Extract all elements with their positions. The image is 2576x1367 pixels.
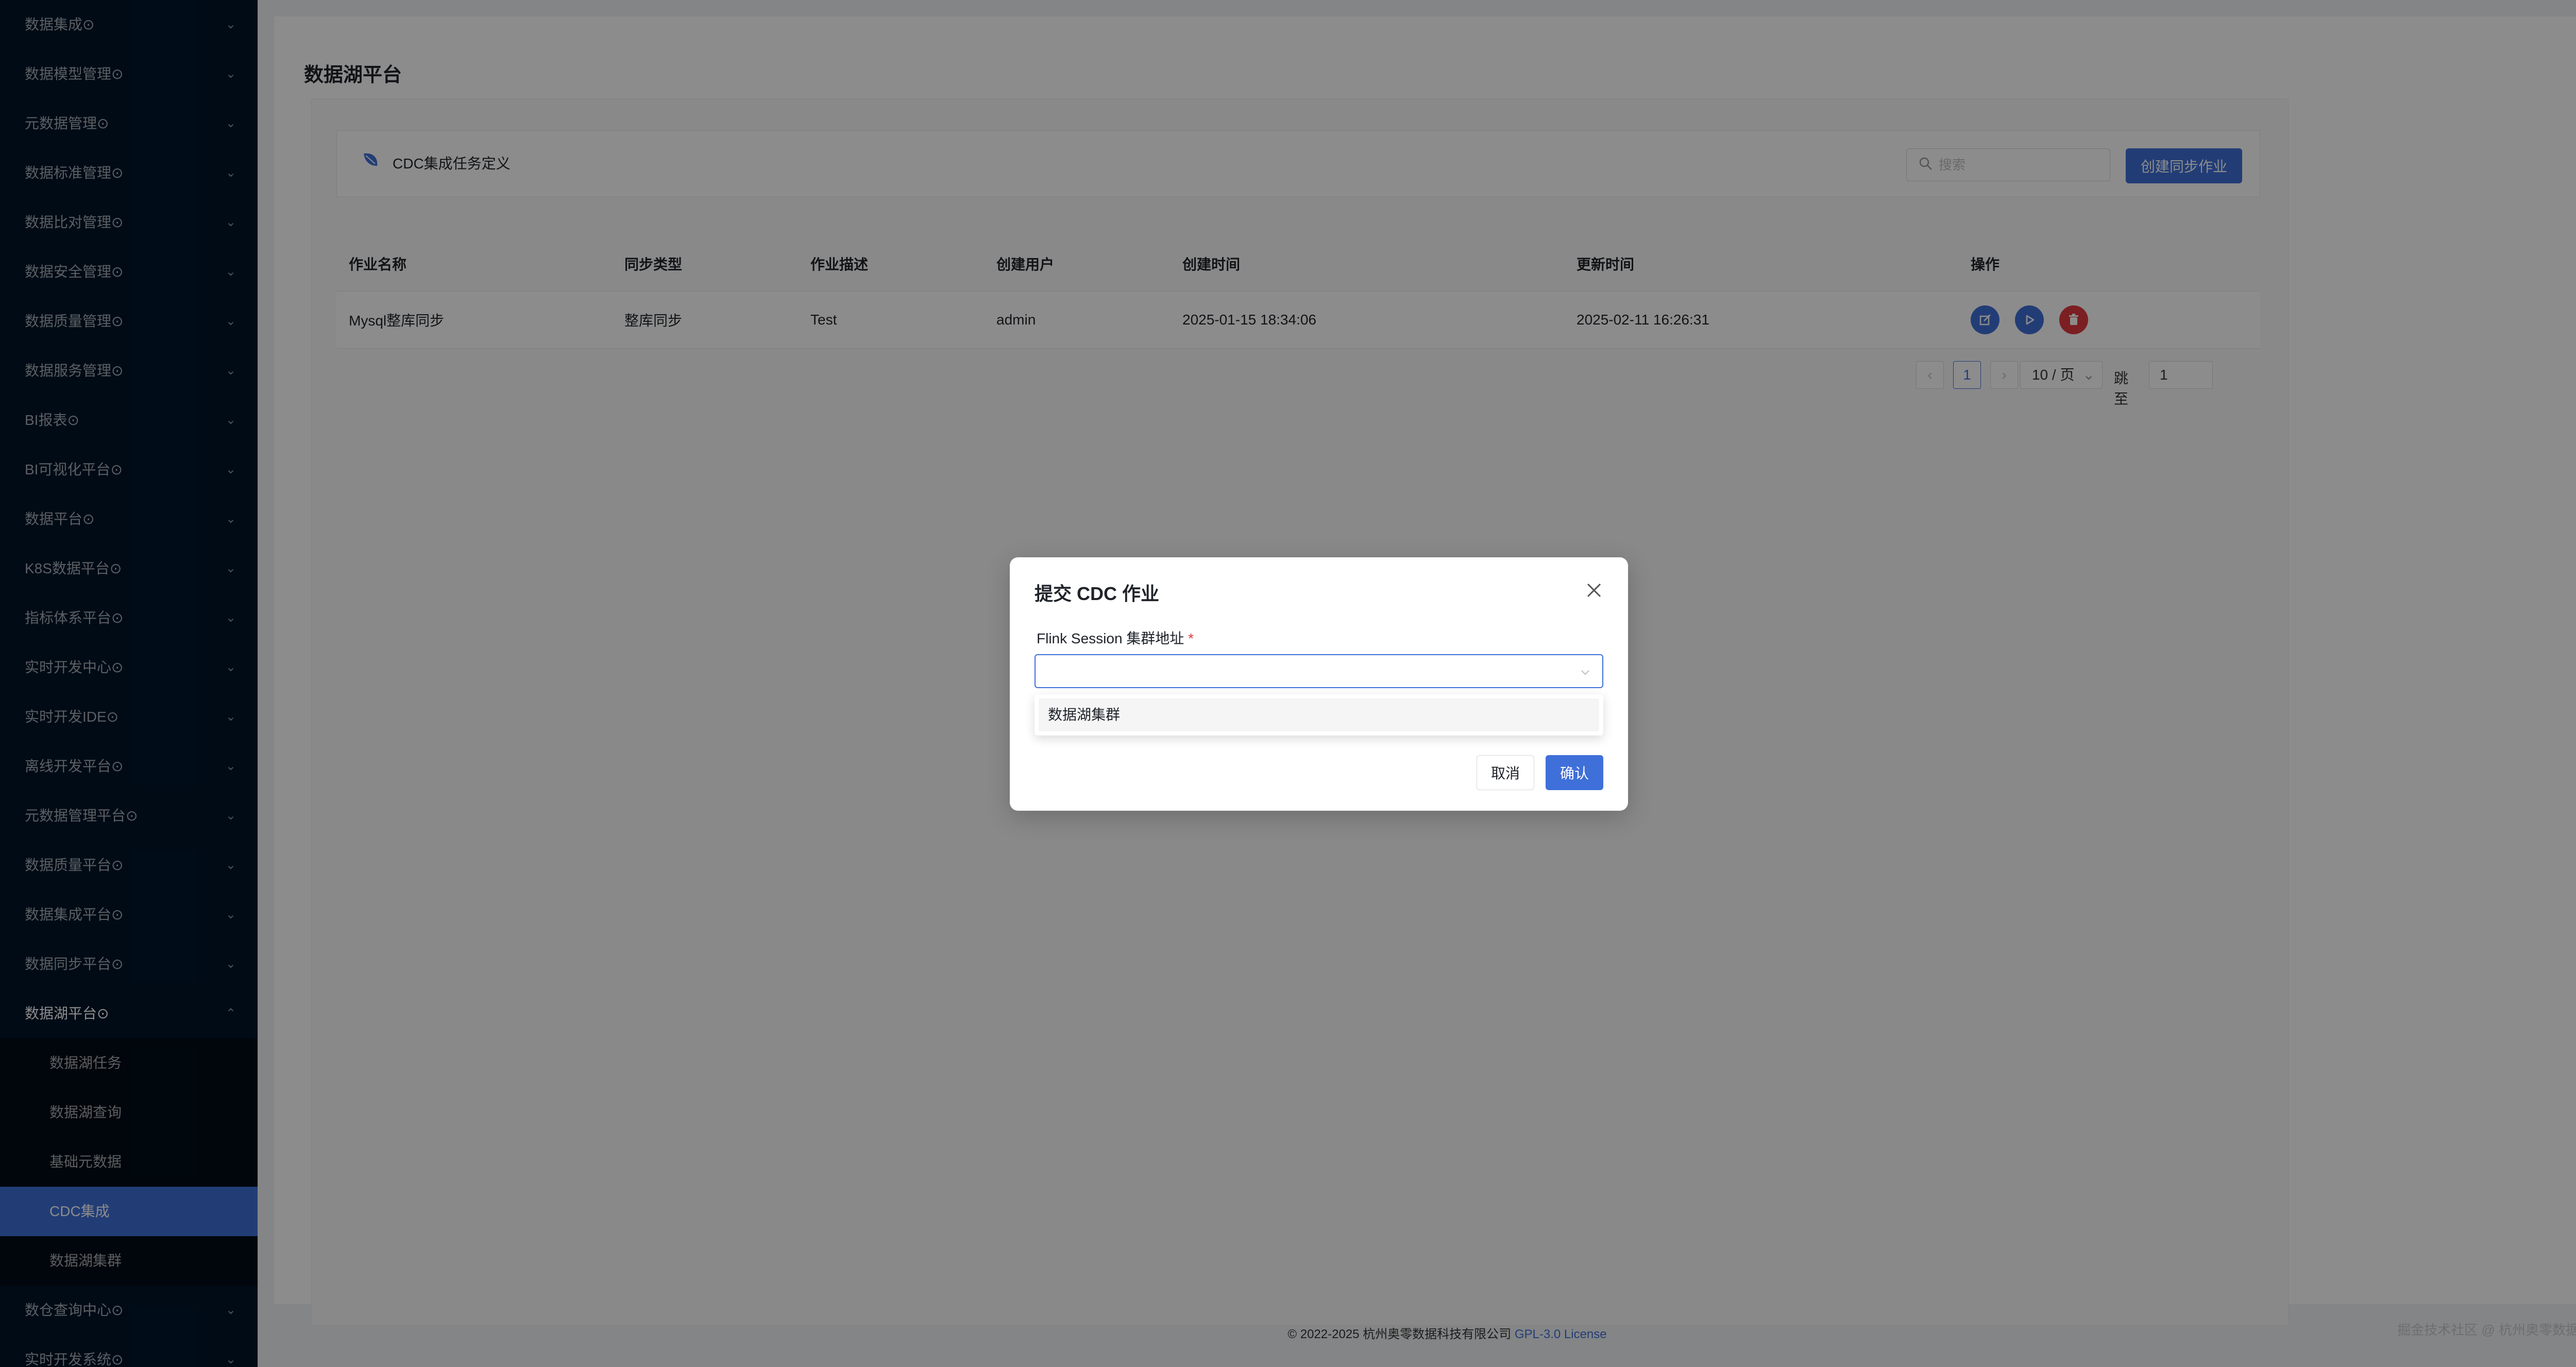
cluster-address-select[interactable] [1035, 654, 1603, 688]
submit-cdc-job-dialog: 提交 CDC 作业 Flink Session 集群地址 * 数据湖集群 取消 … [1010, 557, 1628, 811]
close-icon[interactable] [1585, 581, 1603, 600]
confirm-button[interactable]: 确认 [1546, 755, 1603, 790]
select-dropdown: 数据湖集群 [1035, 694, 1603, 736]
field-label: Flink Session 集群地址 * [1037, 627, 1194, 648]
field-label-text: Flink Session 集群地址 [1037, 630, 1184, 646]
dropdown-option[interactable]: 数据湖集群 [1039, 698, 1599, 731]
dialog-title: 提交 CDC 作业 [1035, 583, 1159, 604]
required-mark: * [1188, 630, 1194, 646]
cancel-button[interactable]: 取消 [1477, 755, 1534, 790]
chevron-down-icon [1581, 670, 1589, 675]
